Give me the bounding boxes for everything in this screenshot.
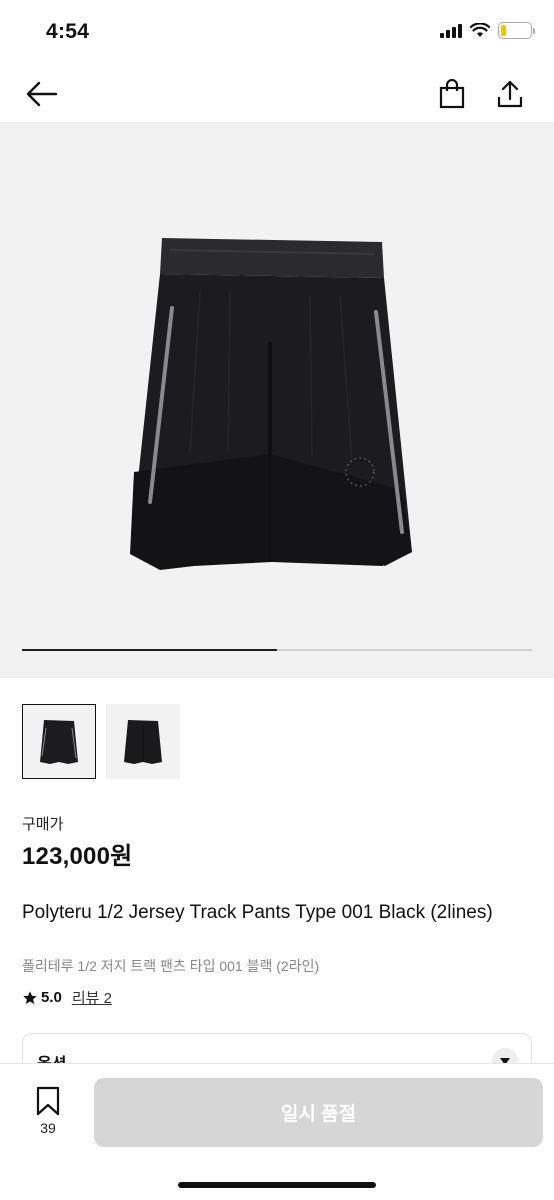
- bookmark-count: 39: [40, 1120, 56, 1136]
- thumbnail-strip: [22, 704, 180, 779]
- signal-icon: [440, 23, 462, 38]
- product-subtitle: 폴리테루 1/2 저지 트랙 팬츠 타입 001 블랙 (2라인): [22, 958, 320, 974]
- price-label: 구매가: [22, 816, 64, 833]
- rating-row: 5.0 리뷰 2: [22, 987, 112, 1008]
- star-icon: [23, 990, 37, 1004]
- bookmark-icon: [36, 1086, 60, 1116]
- thumbnail-image: [124, 719, 162, 764]
- top-nav: [0, 66, 554, 122]
- battery-icon: [498, 22, 535, 39]
- thumbnail-1[interactable]: [22, 704, 96, 779]
- sold-out-button[interactable]: 일시 품절: [94, 1078, 543, 1147]
- share-icon: [497, 80, 523, 108]
- status-bar: 4:54: [0, 0, 554, 66]
- status-time: 4:54: [46, 20, 90, 43]
- thumbnail-image: [40, 719, 78, 764]
- back-button[interactable]: [22, 76, 62, 112]
- review-link[interactable]: 리뷰 2: [72, 987, 112, 1008]
- gallery-progress: [22, 649, 532, 651]
- wifi-icon: [470, 23, 490, 37]
- bookmark-button[interactable]: 39: [28, 1086, 68, 1136]
- thumbnail-2[interactable]: [106, 704, 180, 779]
- product-title: Polyteru 1/2 Jersey Track Pants Type 001…: [22, 902, 493, 923]
- cart-button[interactable]: [432, 76, 472, 112]
- product-image: [130, 238, 412, 570]
- share-button[interactable]: [490, 76, 530, 112]
- bottom-action-bar: 39 일시 품절: [0, 1063, 554, 1200]
- product-gallery[interactable]: [0, 122, 554, 678]
- home-indicator: [178, 1182, 376, 1188]
- back-arrow-icon: [26, 81, 58, 107]
- price-value: 123,000원: [22, 843, 133, 870]
- status-icons: [440, 22, 535, 39]
- rating-score: 5.0: [41, 989, 62, 1006]
- shopping-bag-icon: [439, 79, 465, 109]
